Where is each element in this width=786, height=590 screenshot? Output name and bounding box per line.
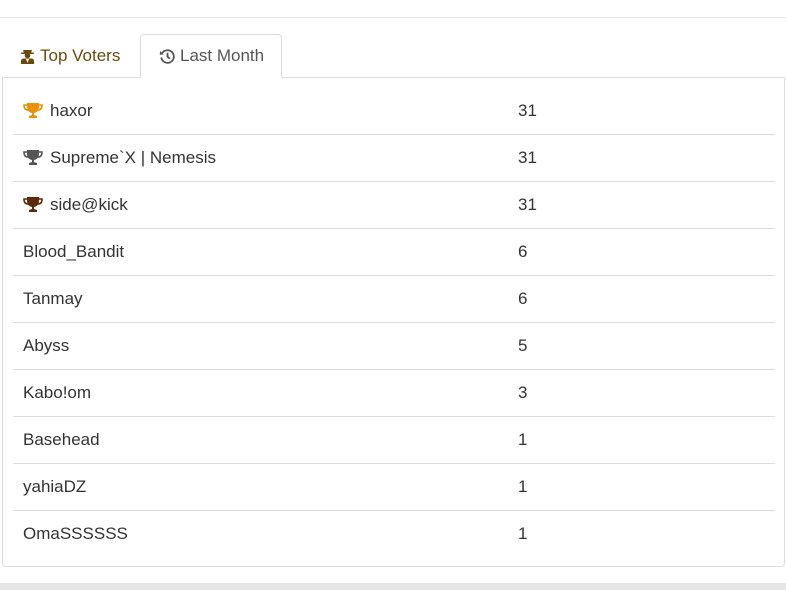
voter-name: Tanmay <box>23 289 83 308</box>
tab-bar: Top Voters Last Month <box>0 34 786 78</box>
voter-name: side@kick <box>50 195 128 214</box>
vote-count: 31 <box>518 101 537 120</box>
leaderboard-row: Tanmay 6 <box>13 275 775 322</box>
bronze-trophy-icon <box>23 195 43 215</box>
leaderboard-row: OmaSSSSSS 1 <box>13 510 775 557</box>
voter-name: haxor <box>50 101 93 120</box>
tab-last-month-label: Last Month <box>180 46 265 65</box>
voter-name: OmaSSSSSS <box>23 524 128 543</box>
leaderboard-row: haxor 31 <box>13 88 775 134</box>
leaderboard-row: side@kick 31 <box>13 181 775 228</box>
leaderboard-row: Kabo!om 3 <box>13 369 775 416</box>
vote-count: 5 <box>518 336 528 355</box>
voter-name: Abyss <box>23 336 70 355</box>
voter-name: Basehead <box>23 430 100 449</box>
voter-name: yahiaDZ <box>23 477 87 496</box>
bottom-bar <box>0 583 786 590</box>
top-divider <box>0 17 786 18</box>
vote-count: 6 <box>518 242 528 261</box>
tab-top-voters-label: Top Voters <box>40 45 121 65</box>
vote-count: 31 <box>518 148 537 167</box>
voter-name: Supreme`X | Nemesis <box>50 148 216 167</box>
gold-trophy-icon <box>23 101 43 121</box>
voter-name: Kabo!om <box>23 383 92 402</box>
voter-name: Blood_Bandit <box>23 242 125 261</box>
user-secret-icon <box>18 47 36 65</box>
vote-count: 1 <box>518 477 528 496</box>
vote-count: 31 <box>518 195 537 214</box>
leaderboard-row: Supreme`X | Nemesis 31 <box>13 134 775 181</box>
tab-last-month[interactable]: Last Month <box>140 34 282 78</box>
vote-count: 1 <box>518 430 528 449</box>
vote-count: 3 <box>518 383 528 402</box>
vote-count: 6 <box>518 289 528 308</box>
silver-trophy-icon <box>23 148 43 168</box>
tab-top-voters[interactable]: Top Voters <box>3 34 139 77</box>
history-icon <box>158 47 176 65</box>
vote-count: 1 <box>518 524 528 543</box>
leaderboard-row: Basehead 1 <box>13 416 775 463</box>
leaderboard-row: yahiaDZ 1 <box>13 463 775 510</box>
leaderboard-row: Blood_Bandit 6 <box>13 228 775 275</box>
leaderboard-list: haxor 31 Supreme`X | Nemesis 31 side@kic… <box>13 88 775 557</box>
leaderboard-row: Abyss 5 <box>13 322 775 369</box>
leaderboard-panel: haxor 31 Supreme`X | Nemesis 31 side@kic… <box>2 77 785 567</box>
